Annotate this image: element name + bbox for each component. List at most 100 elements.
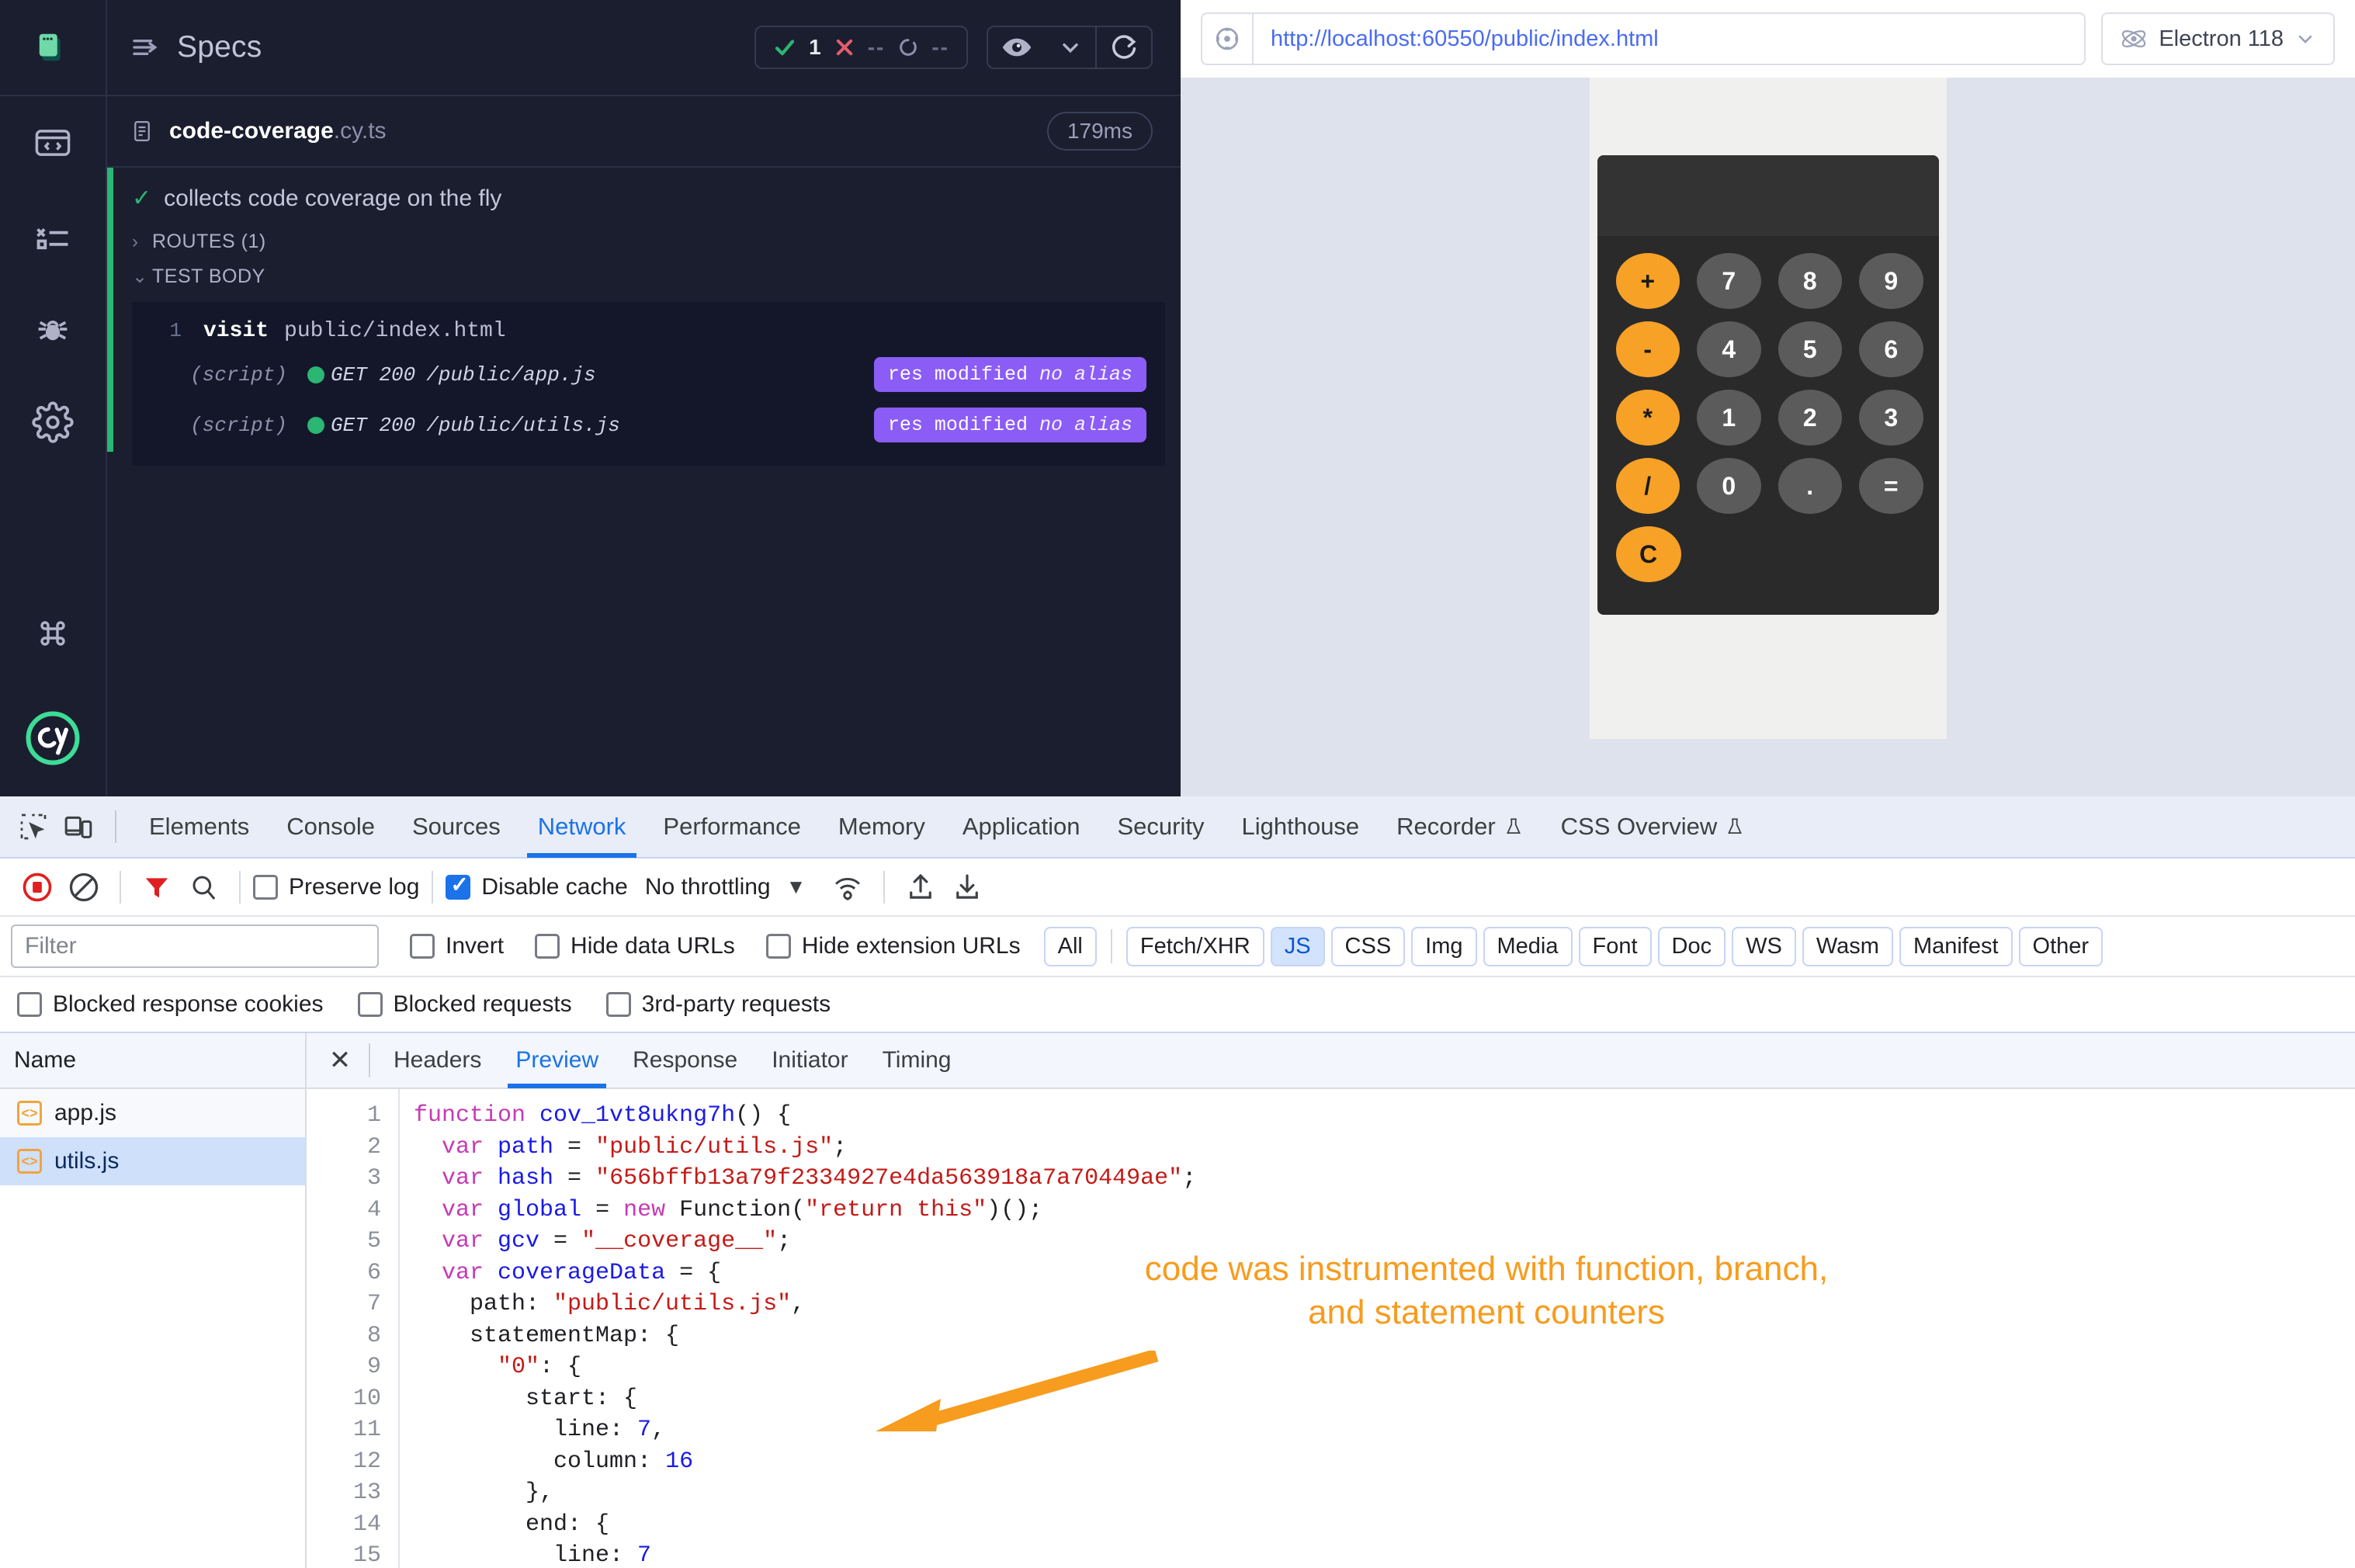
calc-key-3[interactable]: 3 <box>1859 390 1923 446</box>
sidebar-item-specs-logo[interactable] <box>0 0 106 96</box>
calc-key-1[interactable]: 1 <box>1697 390 1761 446</box>
type-chip-img[interactable]: Img <box>1411 926 1477 966</box>
group-row-test-body[interactable]: ⌄ TEST BODY <box>115 259 1181 294</box>
hide-extension-urls-checkbox[interactable]: Hide extension URLs <box>765 933 1021 959</box>
detail-tab-headers[interactable]: Headers <box>376 1032 498 1088</box>
blocked-response-cookies-checkbox[interactable]: Blocked response cookies <box>17 991 324 1018</box>
viewport-caret-button[interactable] <box>1046 27 1095 68</box>
type-chip-fetch-xhr[interactable]: Fetch/XHR <box>1125 926 1264 966</box>
type-chip-ws[interactable]: WS <box>1732 926 1796 966</box>
sidebar-item-cypress-logo[interactable] <box>0 680 106 796</box>
preserve-log-checkbox[interactable]: Preserve log <box>253 874 419 900</box>
preview-code-viewer[interactable]: 1 2 3 4 5 6 7 8 9 10 11 12 13 14 15 function cov_1vt8u… <box>307 1089 2355 1568</box>
calc-key-9[interactable]: 9 <box>1859 253 1923 309</box>
request-interception-badge[interactable]: res modified no alias <box>873 408 1146 442</box>
close-detail-button[interactable]: ✕ <box>314 1032 366 1088</box>
type-chip-other[interactable]: Other <box>2018 926 2104 966</box>
type-chip-font[interactable]: Font <box>1578 926 1652 966</box>
selector-playground-button[interactable] <box>1202 14 1254 64</box>
calc-key-4[interactable]: 4 <box>1697 321 1761 377</box>
tab-sources[interactable]: Sources <box>394 796 519 858</box>
device-toolbar-button[interactable] <box>56 804 101 849</box>
calc-key-divide[interactable]: / <box>1615 458 1680 514</box>
tab-network[interactable]: Network <box>519 796 645 858</box>
calc-key-equals[interactable]: = <box>1859 458 1923 514</box>
calc-key-5[interactable]: 5 <box>1778 321 1842 377</box>
tab-performance[interactable]: Performance <box>644 796 819 858</box>
group-row-routes[interactable]: › ROUTES (1) <box>115 224 1181 259</box>
request-row[interactable]: (script) GET 200 /public/app.js res modi… <box>132 349 1165 400</box>
record-network-button[interactable] <box>14 864 61 911</box>
calc-key-plus[interactable]: + <box>1615 253 1680 309</box>
sidebar-item-code-window[interactable] <box>0 96 106 189</box>
test-title-row[interactable]: ✓ collects code coverage on the fly <box>115 168 1181 224</box>
type-chip-manifest[interactable]: Manifest <box>1899 926 2013 966</box>
invert-checkbox[interactable]: Invert <box>410 933 504 959</box>
calc-key-0[interactable]: 0 <box>1697 458 1761 514</box>
network-split-view: Name <> app.js <> utils.js ✕ Headers Pre… <box>0 1033 2355 1568</box>
viewport-eye-button[interactable] <box>988 27 1046 68</box>
calc-key-clear[interactable]: C <box>1615 526 1681 582</box>
url-box[interactable]: http://localhost:60550/public/index.html <box>1201 12 2086 65</box>
request-row[interactable]: (script) GET 200 /public/utils.js res mo… <box>132 400 1165 450</box>
tab-application[interactable]: Application <box>944 796 1099 858</box>
tab-label: Application <box>962 813 1080 840</box>
calc-key-2[interactable]: 2 <box>1778 390 1842 446</box>
request-list-row-utils-js[interactable]: <> utils.js <box>0 1137 305 1185</box>
tab-recorder[interactable]: Recorder <box>1378 796 1542 858</box>
request-list-row-app-js[interactable]: <> app.js <box>0 1089 305 1137</box>
filter-input[interactable] <box>11 924 379 968</box>
cypress-test-runner: Specs 1 -- -- code-coverage .cy.ts 179ms… <box>0 0 1181 796</box>
calc-key-7[interactable]: 7 <box>1697 253 1761 309</box>
code-window-icon <box>35 130 71 156</box>
throttling-caret-icon[interactable]: ▼ <box>786 875 806 899</box>
clear-network-button[interactable] <box>61 864 107 911</box>
export-har-button[interactable] <box>944 864 990 911</box>
rerun-button[interactable] <box>1097 27 1151 68</box>
request-interception-badge[interactable]: res modified no alias <box>873 357 1146 392</box>
detail-tab-preview[interactable]: Preview <box>498 1032 616 1088</box>
tab-css-overview[interactable]: CSS Overview <box>1542 796 1764 858</box>
devtools-tab-bar: Elements Console Sources Network Perform… <box>0 796 2355 859</box>
column-header-name[interactable]: Name <box>0 1033 305 1089</box>
type-chip-js[interactable]: JS <box>1270 926 1325 966</box>
tab-security[interactable]: Security <box>1099 796 1223 858</box>
type-chip-css[interactable]: CSS <box>1330 926 1406 966</box>
calc-key-decimal[interactable]: . <box>1778 458 1842 514</box>
tab-lighthouse[interactable]: Lighthouse <box>1223 796 1378 858</box>
sidebar-item-keyboard-shortcuts[interactable] <box>0 587 106 680</box>
detail-tab-timing[interactable]: Timing <box>865 1032 969 1088</box>
detail-tab-response[interactable]: Response <box>616 1032 754 1088</box>
throttling-select[interactable]: No throttling <box>645 874 771 900</box>
detail-tab-initiator[interactable]: Initiator <box>754 1032 865 1088</box>
tab-memory[interactable]: Memory <box>820 796 944 858</box>
hide-data-urls-checkbox[interactable]: Hide data URLs <box>535 933 735 959</box>
tab-elements[interactable]: Elements <box>130 796 268 858</box>
calc-key-8[interactable]: 8 <box>1778 253 1842 309</box>
url-text[interactable]: http://localhost:60550/public/index.html <box>1254 26 1659 52</box>
sidebar-item-settings[interactable] <box>0 376 106 469</box>
search-button[interactable] <box>180 864 227 911</box>
calc-key-6[interactable]: 6 <box>1859 321 1923 377</box>
command-row[interactable]: 1 visit public/index.html <box>132 313 1165 349</box>
browser-selector[interactable]: Electron 118 <box>2101 12 2335 65</box>
inspect-element-button[interactable] <box>11 804 56 849</box>
code-token: cov_1vt8ukng7h <box>539 1102 736 1129</box>
blocked-requests-checkbox[interactable]: Blocked requests <box>357 991 572 1018</box>
type-chip-wasm[interactable]: Wasm <box>1802 926 1893 966</box>
sidebar-item-debug[interactable] <box>0 283 106 376</box>
tab-console[interactable]: Console <box>268 796 394 858</box>
third-party-requests-checkbox[interactable]: 3rd-party requests <box>605 991 831 1018</box>
network-conditions-button[interactable] <box>824 864 871 911</box>
sidebar-item-runs[interactable] <box>0 189 106 283</box>
type-chip-all[interactable]: All <box>1043 926 1097 966</box>
disable-cache-checkbox[interactable]: Disable cache <box>446 872 628 900</box>
code-token: new <box>623 1196 680 1223</box>
filter-toggle-button[interactable] <box>134 864 180 911</box>
spec-file-row[interactable]: code-coverage .cy.ts 179ms <box>107 96 1181 168</box>
calc-key-multiply[interactable]: * <box>1615 390 1680 446</box>
type-chip-media[interactable]: Media <box>1483 926 1573 966</box>
import-har-button[interactable] <box>897 864 944 911</box>
type-chip-doc[interactable]: Doc <box>1657 926 1726 966</box>
calc-key-minus[interactable]: - <box>1615 321 1680 377</box>
